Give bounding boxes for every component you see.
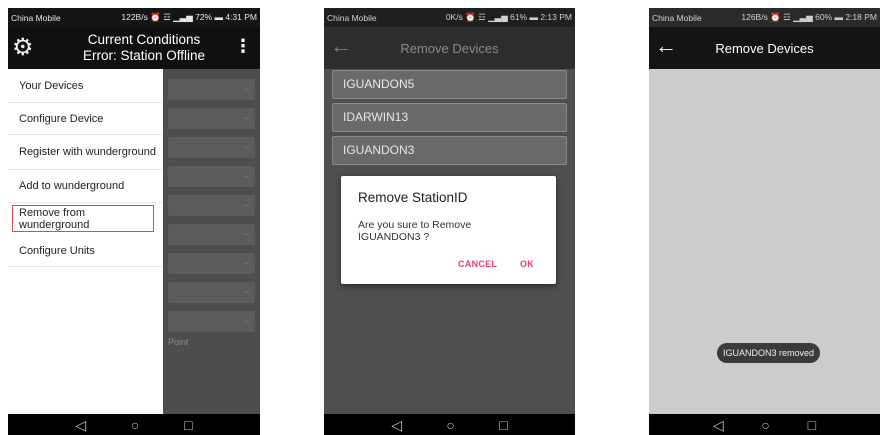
- drawer-item-register-wunderground[interactable]: Register with wunderground: [8, 135, 163, 170]
- toast-message: IGUANDON3 removed: [717, 343, 820, 363]
- main-content: IGUANDON5 IDARWIN13 IGUANDON3 Remove Sta…: [324, 69, 575, 414]
- nav-back-icon[interactable]: ◁: [713, 418, 724, 432]
- device-row[interactable]: IGUANDON5: [332, 70, 567, 99]
- status-bar: China Mobile 122B/s ⏰ ☲ ▁▃▅ 72% ▬ 4:31 P…: [8, 8, 260, 27]
- cancel-button[interactable]: CANCEL: [458, 259, 497, 269]
- drawer-item-configure-device[interactable]: Configure Device: [8, 103, 163, 135]
- main-content: -- -- -- -- -- -- -- -- -- Point Your De…: [8, 69, 260, 414]
- more-vert-icon[interactable]: ⋮: [234, 37, 252, 55]
- background-point-label: Point: [168, 337, 189, 347]
- drawer-item-add-to-wunderground[interactable]: Add to wunderground: [8, 170, 163, 203]
- drawer-item-your-devices[interactable]: Your Devices: [8, 69, 163, 103]
- nav-recents-icon[interactable]: □: [808, 418, 816, 432]
- app-bar: ⚙ Current Conditions Error: Station Offl…: [8, 27, 260, 69]
- nav-home-icon[interactable]: ○: [131, 418, 139, 432]
- status-bar: China Mobile 0K/s ⏰ ☲ ▁▃▅ 61% ▬ 2:13 PM: [324, 8, 575, 27]
- nav-home-icon[interactable]: ○: [761, 418, 769, 432]
- app-bar: ← Remove Devices: [649, 27, 880, 69]
- background-data-row: --: [168, 79, 255, 100]
- title-line-2: Error: Station Offline: [82, 48, 206, 63]
- background-data-row: --: [168, 311, 255, 332]
- title-line-1: Current Conditions: [87, 32, 201, 47]
- carrier-label: China Mobile: [652, 12, 702, 23]
- nav-home-icon[interactable]: ○: [446, 418, 454, 432]
- background-data-row: --: [168, 253, 255, 274]
- page-title: Remove Devices: [715, 41, 814, 56]
- status-indicators: 126B/s ⏰ ☲ ▁▃▅ 60% ▬ 2:18 PM: [741, 12, 877, 22]
- background-data-row: --: [168, 166, 255, 187]
- navigation-drawer: Your Devices Configure Device Register w…: [8, 69, 163, 414]
- gear-icon[interactable]: ⚙: [12, 36, 34, 60]
- status-indicators: 0K/s ⏰ ☲ ▁▃▅ 61% ▬ 2:13 PM: [445, 12, 572, 22]
- system-nav-bar: ◁ ○ □: [649, 414, 880, 435]
- dialog-title: Remove StationID: [358, 190, 468, 205]
- app-bar: ← Remove Devices: [324, 27, 575, 69]
- background-data-row: --: [168, 282, 255, 303]
- status-bar: China Mobile 126B/s ⏰ ☲ ▁▃▅ 60% ▬ 2:18 P…: [649, 8, 880, 27]
- confirm-remove-dialog: Remove StationID Are you sure to Remove …: [341, 176, 556, 284]
- drawer-item-remove-from-wunderground[interactable]: Remove from wunderground: [11, 204, 155, 233]
- status-indicators: 122B/s ⏰ ☲ ▁▃▅ 72% ▬ 4:31 PM: [121, 12, 257, 22]
- nav-back-icon[interactable]: ◁: [391, 418, 402, 432]
- carrier-label: China Mobile: [327, 12, 377, 23]
- main-content: IGUANDON3 removed: [649, 69, 880, 414]
- background-data-row: --: [168, 224, 255, 245]
- nav-recents-icon[interactable]: □: [499, 418, 507, 432]
- background-data-row: --: [168, 137, 255, 158]
- nav-back-icon[interactable]: ◁: [75, 418, 86, 432]
- screen-remove-devices-empty: China Mobile 126B/s ⏰ ☲ ▁▃▅ 60% ▬ 2:18 P…: [649, 8, 880, 435]
- device-row[interactable]: IDARWIN13: [332, 103, 567, 132]
- background-data-row: --: [168, 195, 255, 216]
- drawer-item-configure-units[interactable]: Configure Units: [8, 235, 163, 267]
- background-data-row: --: [168, 108, 255, 129]
- ok-button[interactable]: OK: [520, 259, 534, 269]
- nav-recents-icon[interactable]: □: [184, 418, 192, 432]
- page-title: Current Conditions Error: Station Offlin…: [48, 32, 240, 64]
- device-row[interactable]: IGUANDON3: [332, 136, 567, 165]
- page-title: Remove Devices: [400, 41, 499, 56]
- carrier-label: China Mobile: [11, 12, 61, 23]
- system-nav-bar: ◁ ○ □: [8, 414, 260, 435]
- system-nav-bar: ◁ ○ □: [324, 414, 575, 435]
- dialog-message: Are you sure to Remove IGUANDON3 ?: [358, 219, 472, 243]
- screen-current-conditions: China Mobile 122B/s ⏰ ☲ ▁▃▅ 72% ▬ 4:31 P…: [8, 8, 260, 435]
- screen-remove-devices-dialog: China Mobile 0K/s ⏰ ☲ ▁▃▅ 61% ▬ 2:13 PM …: [324, 8, 575, 435]
